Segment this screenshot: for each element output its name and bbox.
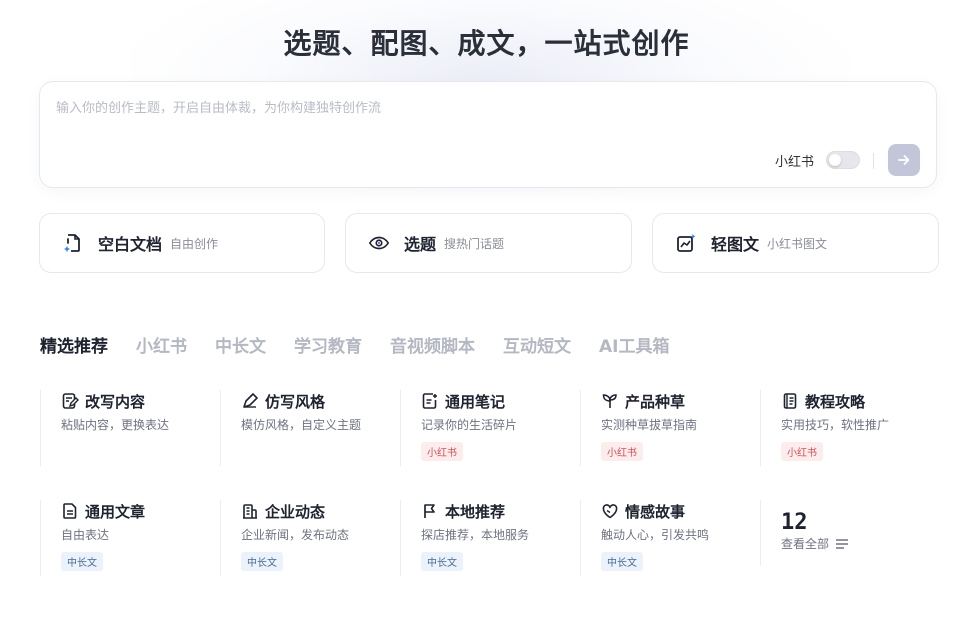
template-title: 改写内容	[85, 392, 146, 411]
template-tutorial[interactable]: 教程攻略 实用技巧，软性推广 小红书	[760, 390, 930, 466]
sprout-icon	[601, 392, 619, 410]
template-desc: 企业新闻，发布动态	[241, 528, 350, 542]
template-tag: 小红书	[781, 442, 823, 461]
tab-xiaohongshu[interactable]: 小红书	[136, 332, 187, 357]
mode-subtitle: 自由创作	[170, 236, 219, 251]
template-local-recommend[interactable]: 本地推荐 探店推荐，本地服务 中长文	[400, 500, 570, 576]
category-tabs: 精选推荐 小红书 中长文 学习教育 音视频脚本 互动短文 AI工具箱	[40, 332, 697, 357]
flag-icon	[421, 502, 439, 520]
template-title: 企业动态	[265, 502, 326, 521]
view-all-label: 查看全部	[781, 537, 830, 551]
tab-education[interactable]: 学习教育	[294, 332, 362, 357]
mode-subtitle: 小红书图文	[767, 236, 828, 251]
view-all-link[interactable]: 查看全部	[781, 535, 930, 552]
template-tag: 中长文	[601, 552, 643, 571]
building-icon	[241, 502, 259, 520]
edit-doc-icon	[61, 392, 79, 410]
template-count: 12	[781, 510, 808, 535]
divider	[873, 153, 874, 169]
template-tag: 小红书	[601, 442, 643, 461]
template-desc: 记录你的生活碎片	[421, 418, 518, 432]
mode-card-blank-doc[interactable]: 空白文档 自由创作	[39, 213, 325, 273]
toggle-knob	[829, 154, 841, 166]
template-general-article[interactable]: 通用文章 自由表达 中长文	[40, 500, 210, 576]
prompt-input[interactable]	[56, 96, 916, 120]
template-general-note[interactable]: 通用笔记 记录你的生活碎片 小红书	[400, 390, 570, 466]
article-icon	[61, 502, 79, 520]
view-all-templates[interactable]: 12 查看全部	[760, 500, 930, 566]
template-tag: 中长文	[241, 552, 283, 571]
template-desc: 实测种草拔草指南	[601, 418, 698, 432]
template-title: 通用文章	[85, 502, 146, 521]
template-title: 情感故事	[625, 502, 686, 521]
tab-ai-toolbox[interactable]: AI工具箱	[599, 332, 669, 357]
xhs-toggle-label: 小红书	[775, 155, 815, 170]
template-title: 仿写风格	[265, 392, 326, 411]
template-imitate-style[interactable]: 仿写风格 模仿风格，自定义主题	[220, 390, 390, 466]
eye-icon	[368, 232, 390, 254]
template-tag: 小红书	[421, 442, 463, 461]
template-title: 通用笔记	[445, 392, 506, 411]
prompt-box: 小红书	[39, 81, 937, 188]
list-icon	[836, 538, 849, 549]
template-rewrite[interactable]: 改写内容 粘贴内容，更换表达	[40, 390, 210, 466]
template-desc: 自由表达	[61, 528, 110, 542]
template-tag: 中长文	[61, 552, 103, 571]
template-desc: 触动人心，引发共鸣	[601, 528, 710, 542]
template-title: 教程攻略	[805, 392, 866, 411]
mode-title: 选题	[404, 235, 437, 254]
tab-featured[interactable]: 精选推荐	[40, 332, 108, 357]
template-desc: 模仿风格，自定义主题	[241, 418, 362, 432]
xhs-toggle[interactable]	[826, 151, 860, 169]
template-desc: 粘贴内容，更换表达	[61, 418, 170, 432]
mode-card-light-image[interactable]: 轻图文 小红书图文	[652, 213, 939, 273]
mode-card-topic[interactable]: 选题 搜热门话题	[345, 213, 632, 273]
template-desc: 实用技巧，软性推广	[781, 418, 890, 432]
blank-doc-icon	[62, 232, 84, 254]
template-title: 本地推荐	[445, 502, 506, 521]
template-company-news[interactable]: 企业动态 企业新闻，发布动态 中长文	[220, 500, 390, 576]
template-title: 产品种草	[625, 392, 686, 411]
mode-title: 轻图文	[711, 235, 760, 254]
pen-icon	[241, 392, 259, 410]
heart-chat-icon	[601, 502, 619, 520]
hero-title: 选题、配图、成文，一站式创作	[283, 27, 690, 60]
template-desc: 探店推荐，本地服务	[421, 528, 530, 542]
image-chart-icon	[675, 232, 697, 254]
arrow-right-icon	[898, 155, 910, 165]
tab-av-script[interactable]: 音视频脚本	[390, 332, 475, 357]
mode-subtitle: 搜热门话题	[444, 236, 505, 251]
template-tag: 中长文	[421, 552, 463, 571]
tab-long-article[interactable]: 中长文	[215, 332, 266, 357]
note-icon	[421, 392, 439, 410]
mode-title: 空白文档	[98, 235, 163, 254]
book-icon	[781, 392, 799, 410]
template-emotional-story[interactable]: 情感故事 触动人心，引发共鸣 中长文	[580, 500, 750, 576]
send-button[interactable]	[888, 144, 920, 176]
template-product-seeding[interactable]: 产品种草 实测种草拔草指南 小红书	[580, 390, 750, 466]
tab-interactive-short[interactable]: 互动短文	[503, 332, 571, 357]
